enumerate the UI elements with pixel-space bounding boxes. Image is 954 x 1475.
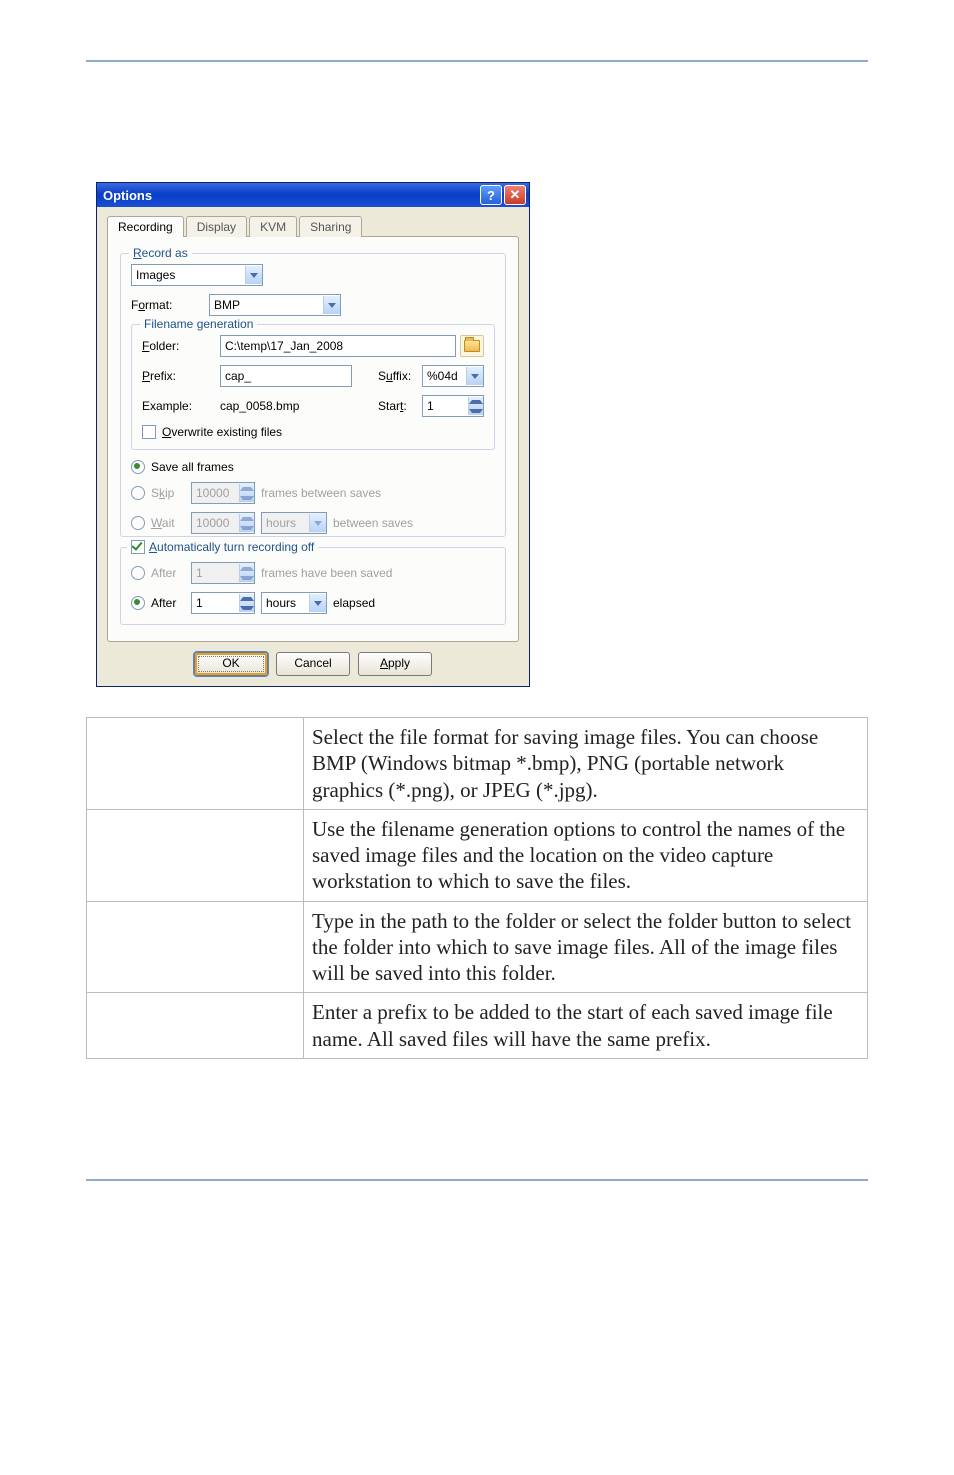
after-frames-radio[interactable] <box>131 566 145 580</box>
doc-table: Select the file format for saving image … <box>86 717 868 1059</box>
doc-cell: Select the file format for saving image … <box>304 718 868 810</box>
window-title: Options <box>103 188 478 203</box>
chevron-down-icon <box>309 514 326 532</box>
after-time-spinner[interactable]: 1 <box>191 592 255 614</box>
folder-label: Folder: <box>142 339 220 353</box>
table-row: Enter a prefix to be added to the start … <box>87 993 868 1059</box>
doc-key <box>87 718 304 810</box>
after-time-unit-combo[interactable]: hours <box>261 592 327 614</box>
wait-label: Wait <box>151 516 191 530</box>
skip-radio[interactable] <box>131 486 145 500</box>
skip-spinner[interactable]: 10000 <box>191 482 255 504</box>
chevron-down-icon <box>309 594 326 612</box>
format-combo[interactable]: BMP <box>209 294 341 316</box>
top-rule <box>86 60 868 62</box>
chevron-down-icon <box>245 266 262 284</box>
doc-key <box>87 809 304 901</box>
skip-label: Skip <box>151 486 191 500</box>
spinner-icon <box>468 397 483 415</box>
after-time-radio[interactable] <box>131 596 145 610</box>
browse-folder-button[interactable] <box>460 335 484 357</box>
apply-button[interactable]: Apply <box>358 652 432 676</box>
doc-key <box>87 901 304 993</box>
after-time-label: After <box>151 596 191 610</box>
auto-off-label: Automatically turn recording off <box>149 540 314 554</box>
prefix-label: Prefix: <box>142 369 220 383</box>
table-row: Select the file format for saving image … <box>87 718 868 810</box>
help-button[interactable]: ? <box>480 185 502 205</box>
after-frames-label: After <box>151 566 191 580</box>
cancel-button[interactable]: Cancel <box>276 652 350 676</box>
doc-key <box>87 993 304 1059</box>
suffix-label: Suffix: <box>378 369 422 383</box>
record-as-label: Record as <box>129 246 192 260</box>
overwrite-label: Overwrite existing files <box>162 425 282 439</box>
example-label: Example: <box>142 399 220 413</box>
chevron-down-icon <box>466 367 483 385</box>
bottom-rule <box>86 1179 868 1181</box>
spinner-icon <box>239 594 254 612</box>
chevron-down-icon <box>323 296 340 314</box>
filename-generation-title: Filename generation <box>140 317 257 331</box>
tab-sharing[interactable]: Sharing <box>299 216 362 237</box>
spinner-icon <box>239 484 254 502</box>
options-dialog-figure: Options ? ✕ Recording Display KVM Sharin… <box>96 182 868 687</box>
wait-spinner[interactable]: 10000 <box>191 512 255 534</box>
wait-radio[interactable] <box>131 516 145 530</box>
options-dialog: Options ? ✕ Recording Display KVM Sharin… <box>96 182 530 687</box>
close-icon: ✕ <box>510 187 521 203</box>
auto-off-checkbox[interactable] <box>131 540 145 554</box>
record-as-combo[interactable]: Images <box>131 264 263 286</box>
doc-cell: Type in the path to the folder or select… <box>304 901 868 993</box>
example-value: cap_0058.bmp <box>220 399 350 413</box>
save-all-label: Save all frames <box>151 460 234 474</box>
wait-after-text: between saves <box>333 516 413 530</box>
table-row: Type in the path to the folder or select… <box>87 901 868 993</box>
spinner-icon <box>239 564 254 582</box>
format-label: Format: <box>131 298 209 312</box>
titlebar: Options ? ✕ <box>97 183 529 207</box>
start-label: Start: <box>378 399 422 413</box>
tab-pane-recording: Record as Images Format: <box>107 236 519 642</box>
after-frames-text: frames have been saved <box>261 566 392 580</box>
doc-cell: Enter a prefix to be added to the start … <box>304 993 868 1059</box>
after-time-text: elapsed <box>333 596 375 610</box>
folder-icon <box>464 340 480 352</box>
save-all-radio[interactable] <box>131 460 145 474</box>
overwrite-checkbox[interactable] <box>142 425 156 439</box>
wait-unit-combo[interactable]: hours <box>261 512 327 534</box>
table-row: Use the filename generation options to c… <box>87 809 868 901</box>
start-spinner[interactable]: 1 <box>422 395 484 417</box>
dialog-buttons: OK Cancel Apply <box>107 652 519 676</box>
suffix-combo[interactable]: %04d <box>422 365 484 387</box>
prefix-input[interactable]: cap_ <box>220 365 352 387</box>
tab-display[interactable]: Display <box>186 216 247 237</box>
tab-strip: Recording Display KVM Sharing <box>107 216 519 237</box>
tab-recording[interactable]: Recording <box>107 216 184 237</box>
close-button[interactable]: ✕ <box>504 185 526 205</box>
tab-kvm[interactable]: KVM <box>249 216 297 237</box>
folder-input[interactable]: C:\temp\17_Jan_2008 <box>220 335 456 357</box>
doc-cell: Use the filename generation options to c… <box>304 809 868 901</box>
ok-button[interactable]: OK <box>194 652 268 676</box>
skip-after-text: frames between saves <box>261 486 381 500</box>
after-frames-spinner[interactable]: 1 <box>191 562 255 584</box>
spinner-icon <box>239 514 254 532</box>
